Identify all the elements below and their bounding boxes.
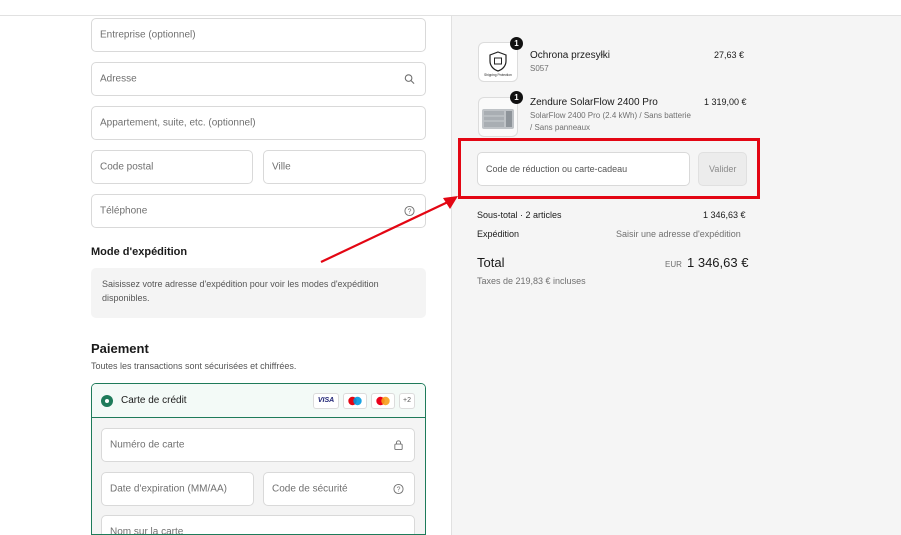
help-icon[interactable]: ?: [393, 483, 404, 495]
taxes-note: Taxes de 219,83 € incluses: [477, 276, 586, 286]
lock-icon: [394, 440, 403, 451]
shield-icon: Shipping Protection: [484, 51, 512, 77]
postal-code-placeholder: Code postal: [100, 161, 154, 173]
shipping-label: Expédition: [477, 229, 520, 239]
subtotal-label: Sous-total · 2 articles: [477, 210, 562, 220]
shipping-method-title: Mode d'expédition: [91, 246, 188, 258]
credit-card-option[interactable]: Carte de crédit VISA +2: [92, 384, 425, 418]
quantity-badge: 1: [510, 37, 523, 50]
shipping-notice: Saisissez votre adresse d'expédition pou…: [91, 268, 426, 318]
product-price: 1 319,00 €: [704, 97, 747, 107]
apartment-field[interactable]: Appartement, suite, etc. (optionnel): [91, 106, 426, 140]
payment-method-box: Carte de crédit VISA +2 Numéro de carte …: [91, 383, 426, 535]
city-field[interactable]: Ville: [263, 150, 426, 184]
product-name: Ochrona przesyłki: [530, 50, 611, 61]
help-icon[interactable]: ?: [404, 205, 415, 217]
payment-subtitle: Toutes les transactions sont sécurisées …: [91, 361, 297, 371]
card-number-placeholder: Numéro de carte: [110, 439, 185, 451]
svg-text:?: ?: [408, 208, 412, 215]
annotation-highlight-box: [458, 138, 760, 199]
visa-logo-icon: VISA: [313, 393, 339, 409]
product-variant: / Sans panneaux: [530, 123, 591, 132]
phone-placeholder: Téléphone: [100, 205, 148, 217]
address-placeholder: Adresse: [100, 73, 137, 85]
search-icon: [404, 74, 415, 84]
phone-field[interactable]: Téléphone ?: [91, 194, 426, 228]
payment-title: Paiement: [91, 341, 149, 356]
postal-code-field[interactable]: Code postal: [91, 150, 253, 184]
name-on-card-field[interactable]: Nom sur la carte: [101, 515, 415, 535]
address-field[interactable]: Adresse: [91, 62, 426, 96]
quantity-badge: 1: [510, 91, 523, 104]
total-value: 1 346,63 €: [687, 255, 749, 270]
shipping-value: Saisir une adresse d'expédition: [616, 229, 741, 239]
power-station-icon: [482, 109, 514, 129]
total-label: Total: [477, 255, 505, 270]
svg-text:Shipping Protection: Shipping Protection: [484, 73, 512, 77]
security-code-field[interactable]: Code de sécurité ?: [263, 472, 415, 506]
product-variant: S057: [530, 64, 549, 73]
mastercard-logo-icon: [371, 393, 395, 409]
expiry-field[interactable]: Date d'expiration (MM/AA): [101, 472, 254, 506]
radio-selected-icon[interactable]: [101, 395, 113, 407]
product-price: 27,63 €: [714, 50, 745, 60]
company-field[interactable]: Entreprise (optionnel): [91, 18, 426, 52]
name-on-card-placeholder: Nom sur la carte: [110, 526, 184, 535]
expiry-placeholder: Date d'expiration (MM/AA): [110, 483, 227, 495]
product-variant: SolarFlow 2400 Pro (2.4 kWh) / Sans batt…: [530, 111, 691, 120]
credit-card-label: Carte de crédit: [121, 395, 187, 406]
currency-code: EUR: [665, 260, 682, 269]
maestro-logo-icon: [343, 393, 367, 409]
card-form: Numéro de carte Date d'expiration (MM/AA…: [92, 418, 425, 535]
security-code-placeholder: Code de sécurité: [272, 483, 348, 495]
subtotal-value: 1 346,63 €: [703, 210, 746, 220]
card-number-field[interactable]: Numéro de carte: [101, 428, 415, 462]
product-name: Zendure SolarFlow 2400 Pro: [530, 97, 658, 108]
city-placeholder: Ville: [272, 161, 291, 173]
product-thumbnail: [478, 97, 518, 137]
apartment-placeholder: Appartement, suite, etc. (optionnel): [100, 117, 256, 129]
more-cards-badge: +2: [399, 393, 415, 409]
svg-text:?: ?: [397, 486, 401, 493]
company-placeholder: Entreprise (optionnel): [100, 29, 196, 41]
